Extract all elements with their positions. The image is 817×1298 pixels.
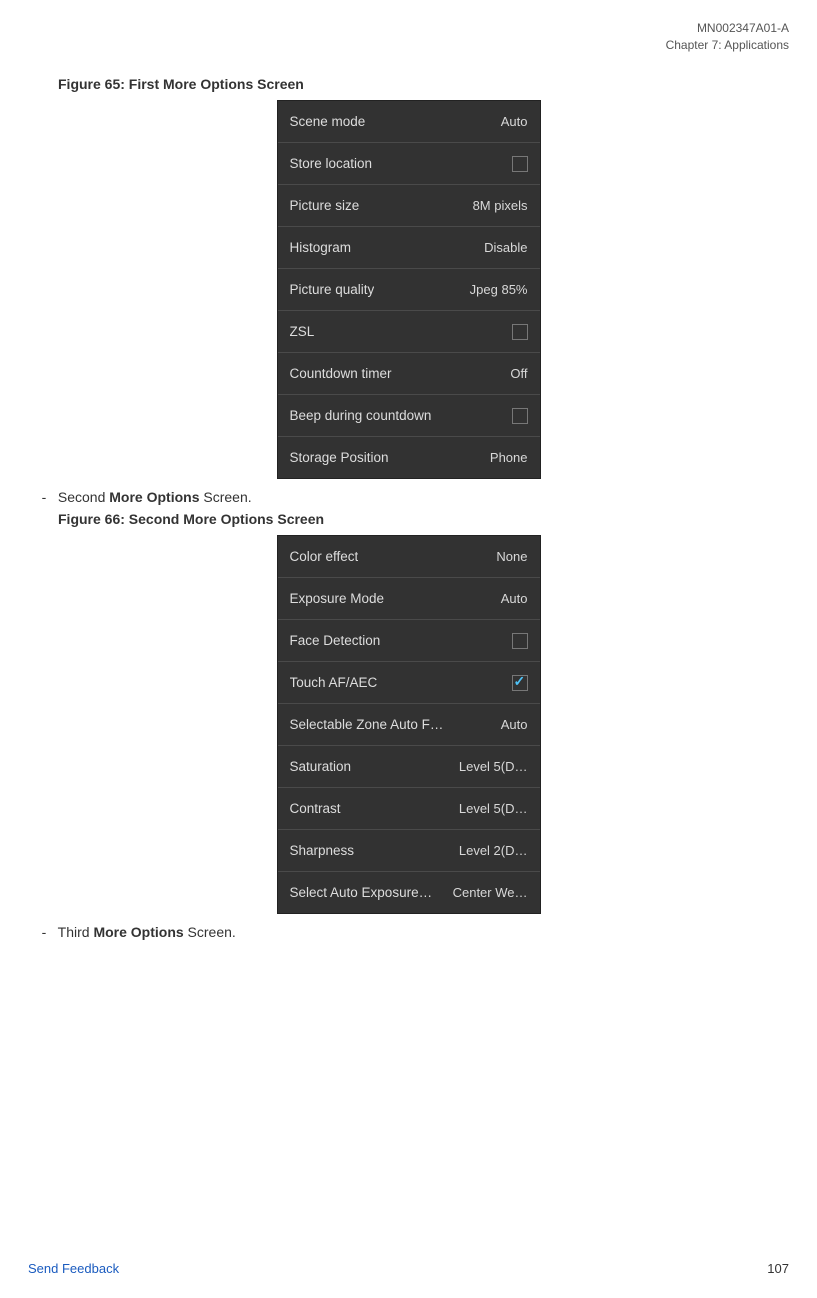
settings-row-value: Level 2(D…	[459, 843, 528, 858]
page-content: Figure 65: First More Options Screen Sce…	[0, 0, 817, 940]
settings-row-value: Level 5(D…	[459, 759, 528, 774]
settings-row-label: Store location	[290, 156, 373, 171]
settings-row[interactable]: Saturation Level 5(D…	[278, 746, 540, 788]
settings-row[interactable]: ZSL	[278, 311, 540, 353]
settings-row-label: ZSL	[290, 324, 315, 339]
settings-row-label: Selectable Zone Auto F…	[290, 717, 444, 732]
settings-row[interactable]: Sharpness Level 2(D…	[278, 830, 540, 872]
settings-row-label: Saturation	[290, 759, 352, 774]
settings-row[interactable]: Countdown timer Off	[278, 353, 540, 395]
doc-id: MN002347A01-A	[666, 20, 789, 37]
settings-row-value: Auto	[501, 114, 528, 129]
send-feedback-link[interactable]: Send Feedback	[28, 1261, 119, 1276]
settings-row-value: Auto	[501, 717, 528, 732]
settings-row-value: Disable	[484, 240, 527, 255]
bullet-bold: More Options	[109, 489, 199, 505]
settings-row-value: Jpeg 85%	[470, 282, 528, 297]
figure-65-title: Figure 65: First More Options Screen	[58, 76, 789, 92]
bullet-prefix: Third	[58, 924, 94, 940]
settings-row-value: Center We…	[453, 885, 528, 900]
settings-row-label: Storage Position	[290, 450, 389, 465]
settings-row-label: Histogram	[290, 240, 352, 255]
settings-row[interactable]: Storage Position Phone	[278, 437, 540, 478]
settings-row[interactable]: Touch AF/AEC	[278, 662, 540, 704]
bullet-suffix: Screen.	[184, 924, 236, 940]
settings-row[interactable]: Selectable Zone Auto F… Auto	[278, 704, 540, 746]
chapter-label: Chapter 7: Applications	[666, 37, 789, 54]
settings-row-label: Scene mode	[290, 114, 366, 129]
checkbox-icon[interactable]	[512, 633, 528, 649]
settings-row-value: None	[496, 549, 527, 564]
checkbox-icon[interactable]	[512, 324, 528, 340]
settings-row[interactable]: Histogram Disable	[278, 227, 540, 269]
bullet-dash: -	[34, 924, 54, 940]
settings-row[interactable]: Face Detection	[278, 620, 540, 662]
settings-row-label: Color effect	[290, 549, 359, 564]
settings-row[interactable]: Contrast Level 5(D…	[278, 788, 540, 830]
settings-row[interactable]: Color effect None	[278, 536, 540, 578]
checkbox-icon[interactable]	[512, 156, 528, 172]
figure-65-container: Scene mode Auto Store location Picture size…	[28, 100, 789, 479]
bullet-second: - Second More Options Screen.	[34, 489, 789, 505]
figure-66-screen: Color effect None Exposure Mode Auto Face De…	[277, 535, 541, 914]
bullet-prefix: Second	[58, 489, 109, 505]
bullet-suffix: Screen.	[200, 489, 252, 505]
settings-row-label: Countdown timer	[290, 366, 392, 381]
settings-row-value: Off	[510, 366, 527, 381]
figure-66-container: Color effect None Exposure Mode Auto Face De…	[28, 535, 789, 914]
settings-row-label: Contrast	[290, 801, 341, 816]
settings-row[interactable]: Picture quality Jpeg 85%	[278, 269, 540, 311]
bullet-dash: -	[34, 489, 54, 505]
settings-row-label: Exposure Mode	[290, 591, 385, 606]
settings-row-value: Auto	[501, 591, 528, 606]
bullet-third: - Third More Options Screen.	[34, 924, 789, 940]
settings-row-label: Picture size	[290, 198, 360, 213]
settings-row[interactable]: Scene mode Auto	[278, 101, 540, 143]
settings-row-value: Level 5(D…	[459, 801, 528, 816]
settings-row[interactable]: Store location	[278, 143, 540, 185]
settings-row-label: Select Auto Exposure…	[290, 885, 433, 900]
figure-65-screen: Scene mode Auto Store location Picture size…	[277, 100, 541, 479]
page-footer: Send Feedback 107	[28, 1261, 789, 1276]
settings-row-value: 8M pixels	[473, 198, 528, 213]
settings-row-label: Picture quality	[290, 282, 375, 297]
settings-row-label: Sharpness	[290, 843, 355, 858]
figure-66-title: Figure 66: Second More Options Screen	[58, 511, 789, 527]
settings-row[interactable]: Beep during countdown	[278, 395, 540, 437]
bullet-bold: More Options	[93, 924, 183, 940]
settings-row[interactable]: Exposure Mode Auto	[278, 578, 540, 620]
page-header: MN002347A01-A Chapter 7: Applications	[666, 20, 789, 54]
page-number: 107	[767, 1261, 789, 1276]
settings-row[interactable]: Select Auto Exposure… Center We…	[278, 872, 540, 913]
settings-row-value: Phone	[490, 450, 528, 465]
checkbox-icon[interactable]	[512, 675, 528, 691]
checkbox-icon[interactable]	[512, 408, 528, 424]
settings-row-label: Face Detection	[290, 633, 381, 648]
settings-row-label: Touch AF/AEC	[290, 675, 378, 690]
settings-row-label: Beep during countdown	[290, 408, 432, 423]
settings-row[interactable]: Picture size 8M pixels	[278, 185, 540, 227]
